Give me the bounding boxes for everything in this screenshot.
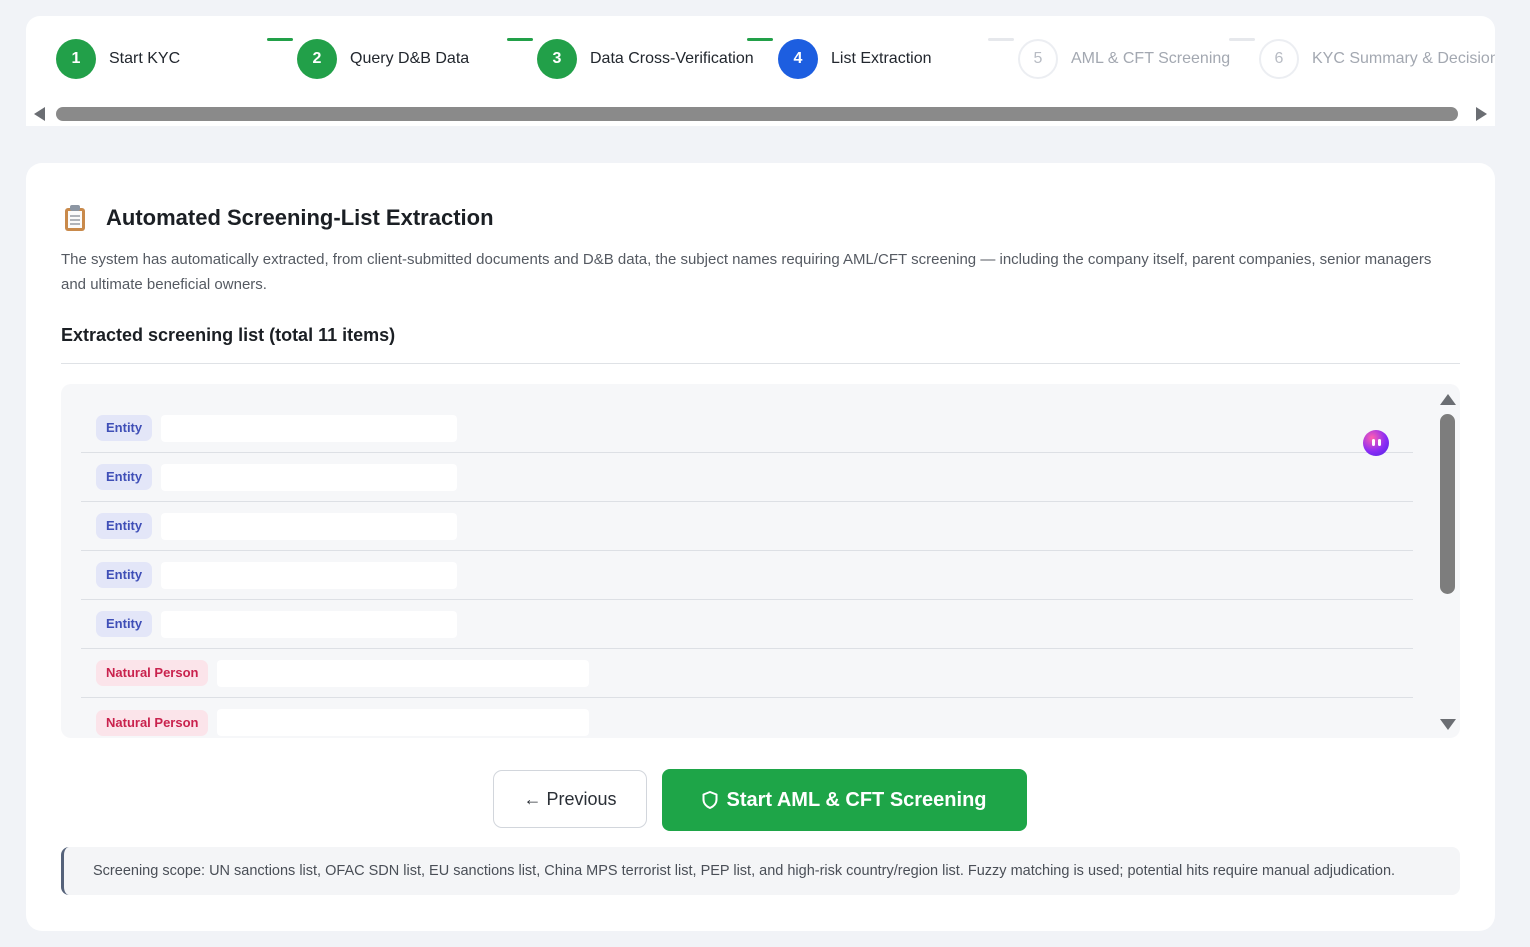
step-label: Start KYC	[109, 50, 181, 67]
step-list-extraction[interactable]: 4 List Extraction	[778, 38, 931, 80]
subject-name-field	[161, 463, 458, 491]
scroll-up-icon[interactable]	[1440, 394, 1456, 405]
screening-scope-note: Screening scope: UN sanctions list, OFAC…	[61, 847, 1460, 895]
list-item[interactable]: Natural Person	[81, 698, 1413, 738]
vertical-scroll-thumb[interactable]	[1440, 414, 1455, 594]
list-item[interactable]: Entity	[81, 600, 1413, 649]
entity-tag: Entity	[96, 415, 153, 441]
step-connector	[747, 38, 773, 41]
step-connector	[988, 38, 1014, 41]
subject-name-field	[161, 414, 458, 442]
entity-tag: Entity	[96, 562, 153, 588]
step-number: 6	[1259, 39, 1299, 79]
list-item[interactable]: Entity	[81, 404, 1413, 453]
scroll-down-icon[interactable]	[1440, 719, 1456, 730]
step-start-kyc[interactable]: 1 Start KYC	[56, 38, 180, 80]
step-connector	[507, 38, 533, 41]
list-heading: Extracted screening list (total 11 items…	[61, 325, 396, 345]
list-item[interactable]: Entity	[81, 551, 1413, 600]
step-number: 2	[297, 39, 337, 79]
clipboard-icon	[64, 205, 86, 231]
start-screening-label: Start AML & CFT Screening	[726, 788, 987, 811]
step-number: 4	[778, 39, 818, 79]
step-number: 5	[1018, 39, 1058, 79]
subject-name-field	[217, 709, 590, 736]
step-label: AML & CFT Screening	[1071, 50, 1231, 67]
step-kyc-summary-decision[interactable]: 6 KYC Summary & Decision	[1259, 38, 1495, 80]
vertical-scrollbar[interactable]	[1435, 384, 1460, 738]
step-aml-cft-screening[interactable]: 5 AML & CFT Screening	[1018, 38, 1230, 80]
scroll-left-icon[interactable]	[34, 107, 45, 121]
divider	[61, 363, 1460, 364]
step-data-cross-verification[interactable]: 3 Data Cross-Verification	[537, 38, 754, 80]
list-item[interactable]: Entity	[81, 502, 1413, 551]
entity-tag: Entity	[96, 513, 153, 539]
screening-list-rows: Entity Entity Entity Entity Entity Natur…	[81, 404, 1413, 738]
subject-name-field	[217, 659, 590, 687]
step-connector	[1229, 38, 1255, 41]
step-label: Data Cross-Verification	[590, 50, 754, 67]
section-description: The system has automatically extracted, …	[61, 251, 1432, 293]
scroll-right-icon[interactable]	[1476, 107, 1487, 121]
screening-list[interactable]: Entity Entity Entity Entity Entity Natur…	[61, 384, 1460, 738]
stepper: 1 Start KYC 2 Query D&B Data 3 Data Cros…	[56, 38, 1495, 80]
section-header: Automated Screening-List Extraction	[64, 205, 494, 231]
step-connector	[267, 38, 293, 41]
natural-person-tag: Natural Person	[96, 709, 209, 736]
subject-name-field	[161, 610, 458, 638]
horizontal-scroll-thumb[interactable]	[56, 107, 1458, 121]
step-label: KYC Summary & Decision	[1312, 50, 1495, 67]
entity-tag: Entity	[96, 611, 153, 637]
previous-button[interactable]: ← Previous	[493, 770, 647, 828]
natural-person-tag: Natural Person	[96, 660, 209, 686]
start-screening-button[interactable]: Start AML & CFT Screening	[662, 769, 1027, 831]
horizontal-scrollbar[interactable]	[26, 104, 1495, 126]
stepper-card: 1 Start KYC 2 Query D&B Data 3 Data Cros…	[26, 16, 1495, 126]
list-item[interactable]: Natural Person	[81, 649, 1413, 698]
step-query-dnb-data[interactable]: 2 Query D&B Data	[297, 38, 469, 80]
step-number: 1	[56, 39, 96, 79]
list-extraction-card: Automated Screening-List Extraction The …	[26, 163, 1495, 931]
step-label: Query D&B Data	[350, 50, 470, 67]
subject-name-field	[161, 561, 458, 589]
step-label: List Extraction	[831, 50, 932, 67]
subject-name-field	[161, 512, 458, 540]
assistant-bubble-icon[interactable]	[1363, 430, 1389, 456]
shield-icon	[702, 791, 718, 809]
entity-tag: Entity	[96, 464, 153, 490]
list-item[interactable]: Entity	[81, 453, 1413, 502]
section-title: Automated Screening-List Extraction	[106, 205, 494, 230]
step-number: 3	[537, 39, 577, 79]
